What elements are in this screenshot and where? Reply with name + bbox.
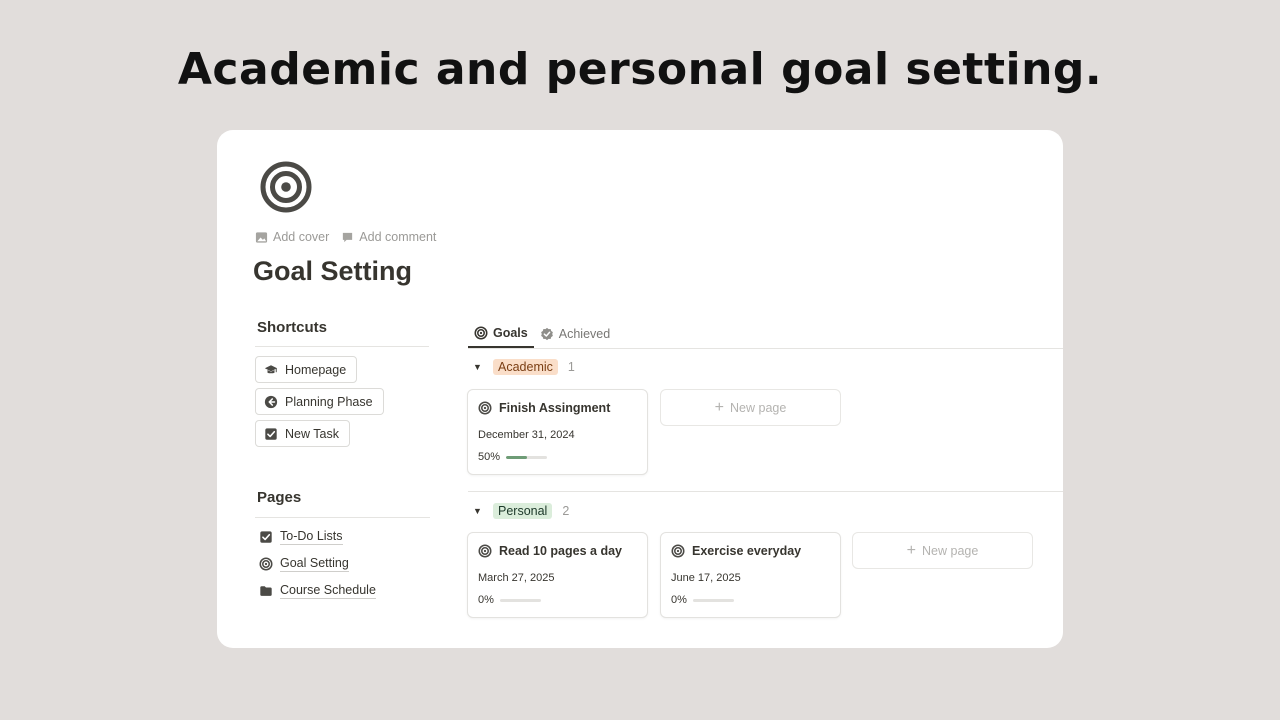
page-title[interactable]: Goal Setting: [253, 256, 412, 287]
divider: [255, 346, 429, 347]
shortcut-label: Planning Phase: [285, 394, 373, 409]
page-link-label: Goal Setting: [280, 556, 349, 572]
new-page-label: New page: [922, 543, 979, 558]
shortcut-new-task[interactable]: New Task: [255, 420, 350, 447]
pages-heading: Pages: [257, 489, 302, 506]
tab-label: Achieved: [558, 327, 611, 341]
target-icon[interactable]: [259, 160, 313, 214]
progress-label: 50%: [478, 451, 501, 463]
progress-bar: [506, 455, 548, 459]
page-meta-actions: Add cover Add comment: [255, 230, 436, 244]
plus-icon: +: [906, 541, 917, 559]
comment-icon: [343, 232, 353, 242]
goal-title: Finish Assingment: [499, 401, 611, 415]
shortcuts-heading: Shortcuts: [257, 319, 328, 336]
shortcut-label: New Task: [285, 426, 339, 441]
target-icon: [474, 326, 488, 340]
add-cover-button[interactable]: Add cover: [255, 230, 329, 244]
page-link-todo-lists[interactable]: To-Do Lists: [259, 529, 343, 545]
group-tag-academic: Academic: [493, 359, 558, 375]
graduation-cap-icon: [264, 364, 278, 373]
group-tag-personal: Personal: [493, 503, 553, 519]
tabs-divider: [468, 348, 1063, 349]
group-header-personal[interactable]: ▼ Personal 2: [473, 503, 569, 519]
target-icon: [478, 401, 492, 415]
caret-down-icon[interactable]: ▼: [473, 506, 483, 516]
goal-title: Read 10 pages a day: [499, 544, 622, 558]
goal-deadline: December 31, 2024: [478, 429, 575, 441]
goal-card[interactable]: Finish Assingment December 31, 2024 50%: [467, 389, 648, 475]
progress-bar: [499, 598, 541, 602]
add-cover-label: Add cover: [273, 230, 330, 244]
image-icon: [255, 231, 268, 243]
new-page-label: New page: [730, 400, 787, 415]
checkbox-icon: [259, 530, 273, 544]
plus-icon: +: [714, 398, 725, 416]
goal-card[interactable]: Read 10 pages a day March 27, 2025 0%: [467, 532, 648, 618]
page-link-course-schedule[interactable]: Course Schedule: [259, 583, 376, 599]
tab-label: Goals: [493, 326, 528, 340]
new-page-button[interactable]: + New page: [660, 389, 841, 426]
shortcut-planning-phase[interactable]: Planning Phase: [255, 388, 384, 415]
group-count: 1: [567, 360, 575, 374]
goal-progress: 50%: [478, 451, 548, 463]
group-count: 2: [562, 504, 570, 518]
arrow-left-circle-icon: [264, 395, 278, 408]
goal-deadline: June 17, 2025: [671, 572, 741, 584]
shortcut-homepage[interactable]: Homepage: [255, 356, 358, 383]
shortcut-label: Homepage: [285, 362, 347, 377]
caret-down-icon[interactable]: ▼: [473, 362, 483, 372]
progress-bar: [692, 598, 734, 602]
goal-card[interactable]: Exercise everyday June 17, 2025 0%: [660, 532, 841, 618]
add-comment-label: Add comment: [359, 230, 437, 244]
check-badge-icon: [540, 327, 553, 341]
group-divider: [468, 491, 1063, 492]
page-link-goal-setting[interactable]: Goal Setting: [259, 556, 349, 572]
goal-progress: 0%: [671, 594, 734, 606]
progress-label: 0%: [671, 594, 687, 606]
page-link-label: To-Do Lists: [280, 529, 343, 545]
tab-achieved[interactable]: Achieved: [534, 320, 616, 348]
progress-label: 0%: [478, 594, 494, 606]
goal-title: Exercise everyday: [692, 544, 802, 558]
add-comment-button[interactable]: Add comment: [341, 230, 436, 244]
new-page-button[interactable]: + New page: [852, 532, 1033, 569]
goal-progress: 0%: [478, 594, 541, 606]
tab-goals[interactable]: Goals: [468, 320, 534, 348]
goal-deadline: March 27, 2025: [478, 572, 555, 584]
promo-headline: Academic and personal goal setting.: [177, 44, 1103, 95]
target-icon: [259, 557, 273, 571]
folder-icon: [260, 586, 272, 596]
page-link-label: Course Schedule: [280, 583, 376, 599]
view-tabs: Goals Achieved: [468, 320, 616, 348]
target-icon: [671, 544, 685, 558]
group-header-academic[interactable]: ▼ Academic 1: [473, 359, 575, 375]
notion-page-card: Add cover Add comment Goal Setting Short…: [217, 130, 1063, 648]
target-icon: [478, 544, 492, 558]
divider: [255, 517, 430, 518]
checkbox-icon: [264, 427, 278, 441]
